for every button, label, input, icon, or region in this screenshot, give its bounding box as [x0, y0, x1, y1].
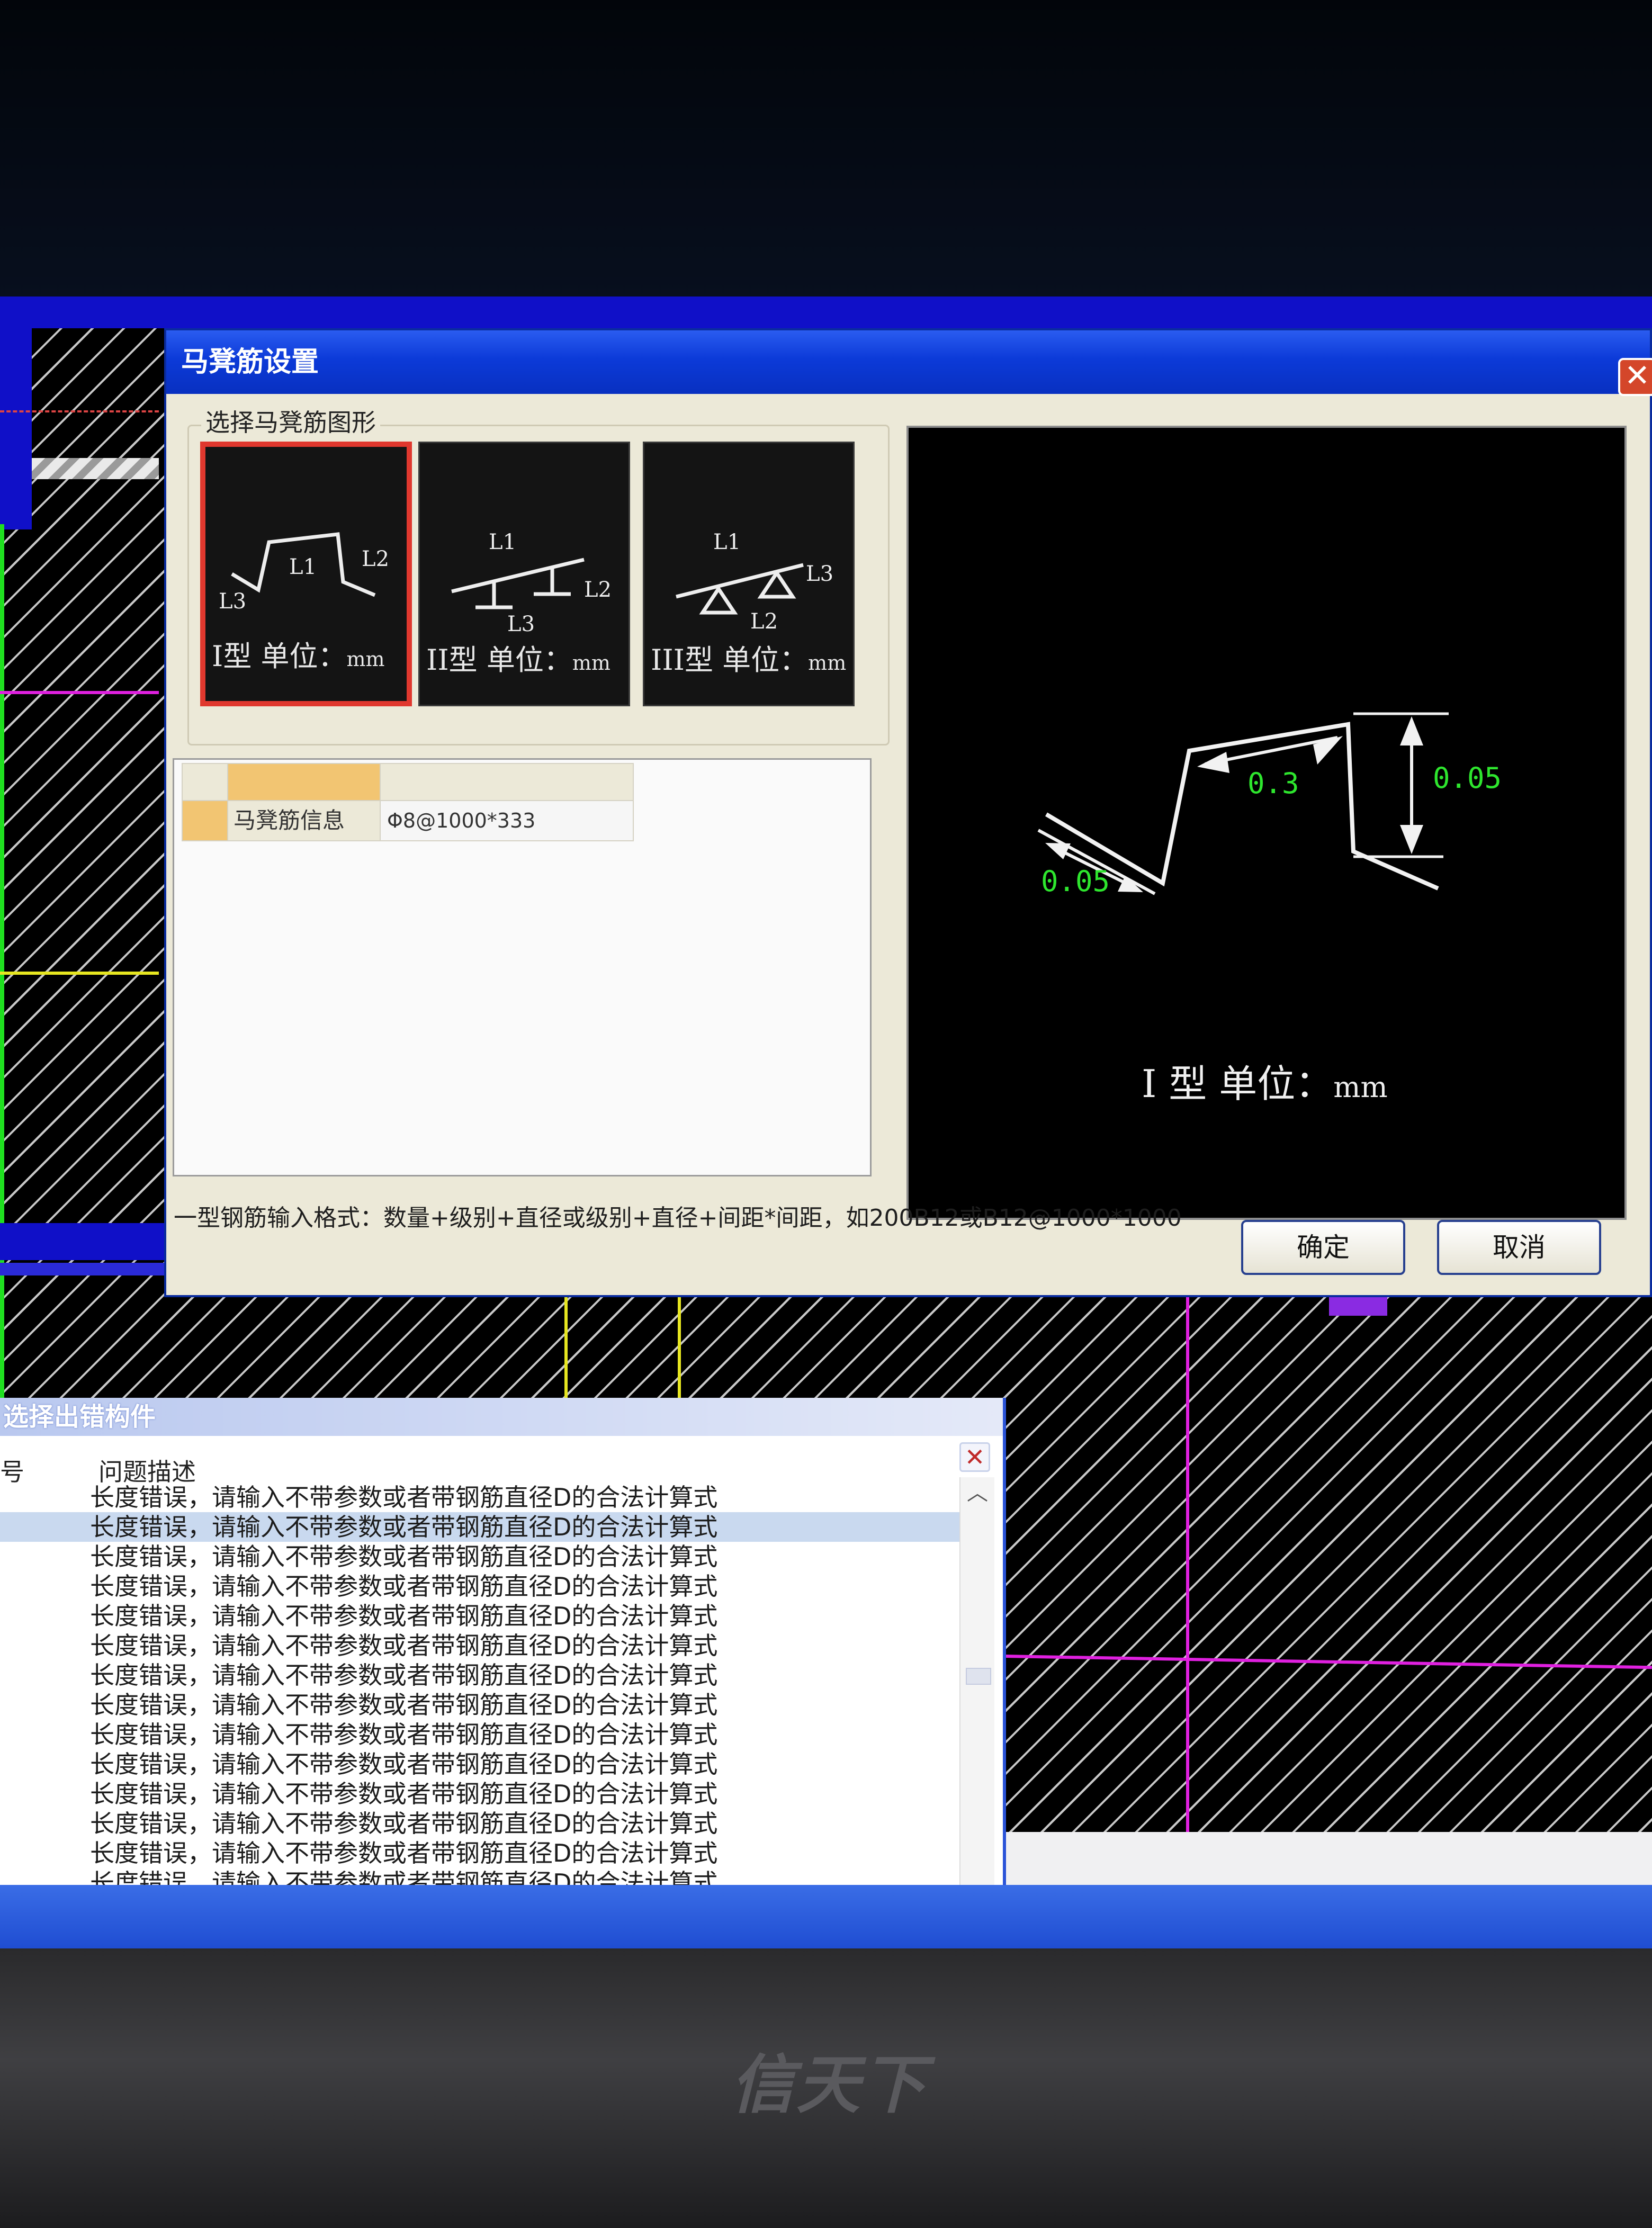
grid-row-label: 马凳筋信息 [227, 800, 381, 841]
shape3-unit-label: 单位： [722, 643, 809, 677]
dialog-title: 马凳筋设置 [181, 346, 319, 378]
shape1-label-l1: L1 [289, 555, 317, 579]
monitor-bezel-top [0, 0, 1652, 328]
shape-type-2-button[interactable]: L1 L2 L3 II型 单位：mm [418, 442, 630, 706]
shape-type-3-caption: III型 单位：mm [651, 636, 850, 678]
shape2-type: II型 [426, 643, 478, 677]
ok-button[interactable]: 确定 [1241, 1220, 1405, 1275]
shape3-label-l3: L3 [806, 562, 833, 586]
preview-caption: I 型 单位：mm [1142, 1053, 1388, 1108]
shape2-label-l3: L3 [507, 612, 535, 636]
dialog-close-button[interactable]: ✕ [1618, 358, 1652, 396]
monitor-brand-logo: 信天下 [731, 2049, 928, 2122]
grid-header-name [227, 763, 381, 801]
cad-yellow-line-1 [0, 972, 159, 975]
cad-green-vertical [0, 524, 4, 1509]
error-list-scrollbar[interactable]: ︿ ﹀ [959, 1477, 994, 1917]
scroll-thumb[interactable] [966, 1668, 991, 1685]
preview-type: I 型 [1142, 1062, 1207, 1106]
cad-magenta-horizontal [1005, 1655, 1652, 1669]
error-row[interactable]: 长度错误，请输入不带参数或者带钢筋直径D的合法计算式 [0, 1631, 964, 1660]
preview-dim-left: 0.05 [1041, 865, 1110, 898]
stirrup-settings-dialog: 马凳筋设置 ✕ 选择马凳筋图形 L1 L2 L3 I型 单位：mm L1 L2 … [164, 328, 1652, 1297]
cad-blue-band-top [0, 297, 1652, 328]
dialog-title-bar[interactable]: 马凳筋设置 [166, 330, 1650, 394]
error-row[interactable]: 长度错误，请输入不带参数或者带钢筋直径D的合法计算式 [0, 1720, 964, 1749]
preview-unit-label: 单位： [1219, 1062, 1334, 1106]
error-list: 长度错误，请输入不带参数或者带钢筋直径D的合法计算式 长度错误，请输入不带参数或… [0, 1483, 964, 1927]
preview-unit: mm [1333, 1071, 1388, 1104]
shape3-unit: mm [808, 651, 847, 675]
shape-type-2-caption: II型 单位：mm [426, 636, 625, 678]
shape-group-title: 选择马凳筋图形 [201, 403, 380, 438]
shape-type-1-button[interactable]: L1 L2 L3 I型 单位：mm [200, 442, 412, 706]
error-row[interactable]: 长度错误，请输入不带参数或者带钢筋直径D的合法计算式 [0, 1779, 964, 1809]
preview-dim-right: 0.05 [1433, 761, 1502, 795]
shape2-label-l2: L2 [584, 578, 612, 602]
grid-row-indicator [182, 800, 228, 841]
cad-dashed-line [0, 410, 159, 412]
error-row[interactable]: 长度错误，请输入不带参数或者带钢筋直径D的合法计算式 [0, 1571, 964, 1601]
grid-row-value-field[interactable]: Φ8@1000*333 [380, 800, 634, 841]
grid-header-corner [182, 763, 228, 801]
shape-type-1-caption: I型 单位：mm [212, 633, 403, 675]
error-row[interactable]: 长度错误，请输入不带参数或者带钢筋直径D的合法计算式 [0, 1601, 964, 1631]
taskbar [0, 1885, 1652, 1948]
shape-preview-panel: 0.3 0.05 0.05 I 型 单位：mm [906, 426, 1627, 1220]
error-list-header: 号 问题描述 [0, 1449, 964, 1486]
shape2-label-l1: L1 [489, 530, 516, 554]
preview-dim-top: 0.3 [1247, 767, 1299, 800]
shape2-unit: mm [572, 651, 610, 675]
error-row[interactable]: 长度错误，请输入不带参数或者带钢筋直径D的合法计算式 [0, 1838, 964, 1868]
shape3-label-l1: L1 [713, 530, 741, 554]
error-row[interactable]: 长度错误，请输入不带参数或者带钢筋直径D的合法计算式 [0, 1690, 964, 1720]
cancel-button[interactable]: 取消 [1437, 1220, 1601, 1275]
shape3-label-l2: L2 [750, 609, 778, 634]
error-row-selected[interactable]: 长度错误，请输入不带参数或者带钢筋直径D的合法计算式 [0, 1512, 964, 1542]
shape1-label-l3: L3 [219, 589, 246, 614]
error-window-close-button[interactable]: ✕ [959, 1442, 990, 1472]
error-row[interactable]: 长度错误，请输入不带参数或者带钢筋直径D的合法计算式 [0, 1809, 964, 1838]
cad-blue-band-left [0, 297, 32, 529]
error-row[interactable]: 长度错误，请输入不带参数或者带钢筋直径D的合法计算式 [0, 1542, 964, 1571]
shape-type-3-button[interactable]: L1 L3 L2 III型 单位：mm [643, 442, 855, 706]
input-format-hint: 一型钢筋输入格式：数量+级别+直径或级别+直径+间距*间距，如200B12或B1… [174, 1205, 1182, 1232]
error-window-title[interactable]: 选择出错构件 [0, 1398, 1003, 1436]
property-grid: 马凳筋信息 Φ8@1000*333 [173, 758, 872, 1176]
shape2-unit-label: 单位： [486, 643, 572, 677]
cad-white-hatch [32, 458, 159, 479]
shape1-label-l2: L2 [362, 547, 389, 571]
shape1-unit-label: 单位： [261, 640, 347, 673]
shape1-unit: mm [346, 648, 385, 671]
error-row[interactable]: 长度错误，请输入不带参数或者带钢筋直径D的合法计算式 [0, 1660, 964, 1690]
error-components-window: 选择出错构件 ✕ 号 问题描述 长度错误，请输入不带参数或者带钢筋直径D的合法计… [0, 1398, 1006, 1933]
error-row[interactable]: 长度错误，请输入不带参数或者带钢筋直径D的合法计算式 [0, 1749, 964, 1779]
error-row[interactable]: 长度错误，请输入不带参数或者带钢筋直径D的合法计算式 [0, 1483, 964, 1512]
scroll-up-icon[interactable]: ︿ [966, 1481, 989, 1505]
cad-purple-marker-2 [1329, 1295, 1387, 1316]
shape3-type: III型 [651, 643, 713, 677]
cad-magenta-line-1 [0, 691, 159, 694]
shape1-type: I型 [212, 640, 252, 673]
grid-header-value [380, 763, 634, 801]
